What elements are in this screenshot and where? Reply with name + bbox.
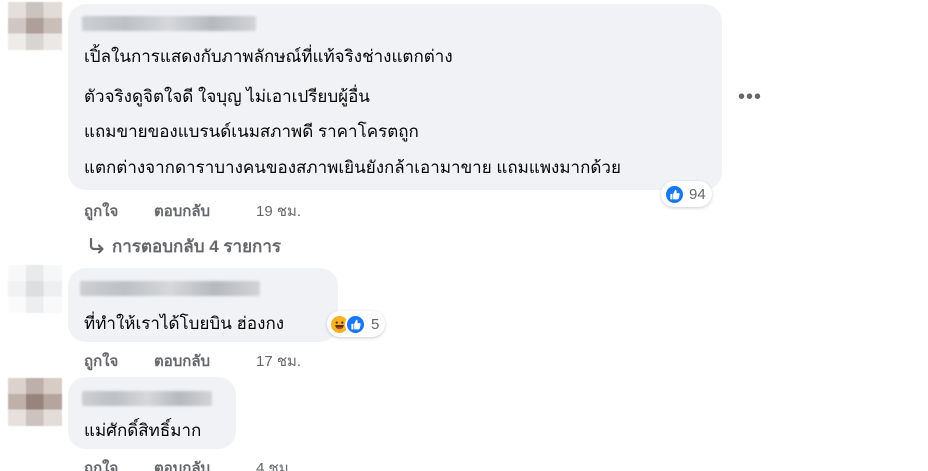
- commenter-name-blurred[interactable]: [80, 281, 260, 296]
- commenter-avatar[interactable]: [8, 265, 62, 313]
- comment-actions: ถูกใจ ตอบกลับ 19 ชม.: [84, 199, 344, 220]
- reply-button[interactable]: ตอบกลับ: [154, 456, 210, 471]
- commenter-name-blurred[interactable]: [82, 391, 212, 406]
- comment-bubble: แม่ศักดิ์สิทธิ์มาก: [68, 377, 236, 449]
- comment-bubble: ที่ทำให้เราได้โบยบิน ฮ่องกง: [68, 268, 338, 342]
- comments-section: เปิ้ลในการแสดงกับภาพลักษณ์ที่แท้จริงช่าง…: [0, 0, 928, 471]
- reply-button[interactable]: ตอบกลับ: [154, 349, 210, 373]
- like-button[interactable]: ถูกใจ: [84, 199, 118, 223]
- comment-actions: ถูกใจ ตอบกลับ 17 ชม.: [84, 349, 344, 370]
- reaction-count: 5: [371, 315, 380, 333]
- reaction-summary[interactable]: 5: [327, 311, 386, 337]
- comment-timestamp[interactable]: 4 ชม.: [256, 456, 293, 471]
- reply-arrow-icon: [89, 237, 104, 254]
- like-icon: [345, 313, 366, 335]
- comment-text-line: ตัวจริงดูจิตใจดี ใจบุญ ไม่เอาเปรียบผู้อื…: [84, 87, 370, 106]
- commenter-avatar[interactable]: [8, 378, 62, 426]
- comment-text-line: แม่ศักดิ์สิทธิ์มาก: [84, 421, 202, 440]
- comment-bubble: เปิ้ลในการแสดงกับภาพลักษณ์ที่แท้จริงช่าง…: [68, 4, 722, 190]
- reaction-count: 94: [689, 185, 706, 203]
- like-icon: [664, 183, 685, 205]
- comment-text-line: ที่ทำให้เราได้โบยบิน ฮ่องกง: [84, 314, 285, 333]
- commenter-avatar[interactable]: [8, 2, 62, 50]
- more-options-icon[interactable]: •••: [738, 86, 762, 109]
- like-button[interactable]: ถูกใจ: [84, 456, 118, 471]
- comment-text-line: แตกต่างจากดาราบางคนของสภาพเยินยังกล้าเอา…: [84, 158, 621, 177]
- replies-count-label: การตอบกลับ 4 รายการ: [112, 237, 282, 256]
- view-replies-link[interactable]: การตอบกลับ 4 รายการ: [88, 233, 281, 260]
- comment-timestamp[interactable]: 19 ชม.: [256, 199, 301, 223]
- comment-text-line: แถมขายของแบรนด์เนมสภาพดี ราคาโครตถูก: [84, 122, 419, 141]
- comment-actions: ถูกใจ ตอบกลับ 4 ชม.: [84, 456, 344, 471]
- comment-text-line: เปิ้ลในการแสดงกับภาพลักษณ์ที่แท้จริงช่าง…: [84, 47, 453, 66]
- like-button[interactable]: ถูกใจ: [84, 349, 118, 373]
- comment-timestamp[interactable]: 17 ชม.: [256, 349, 301, 373]
- reply-button[interactable]: ตอบกลับ: [154, 199, 210, 223]
- commenter-name-blurred[interactable]: [82, 16, 256, 31]
- reaction-summary[interactable]: 94: [661, 181, 712, 207]
